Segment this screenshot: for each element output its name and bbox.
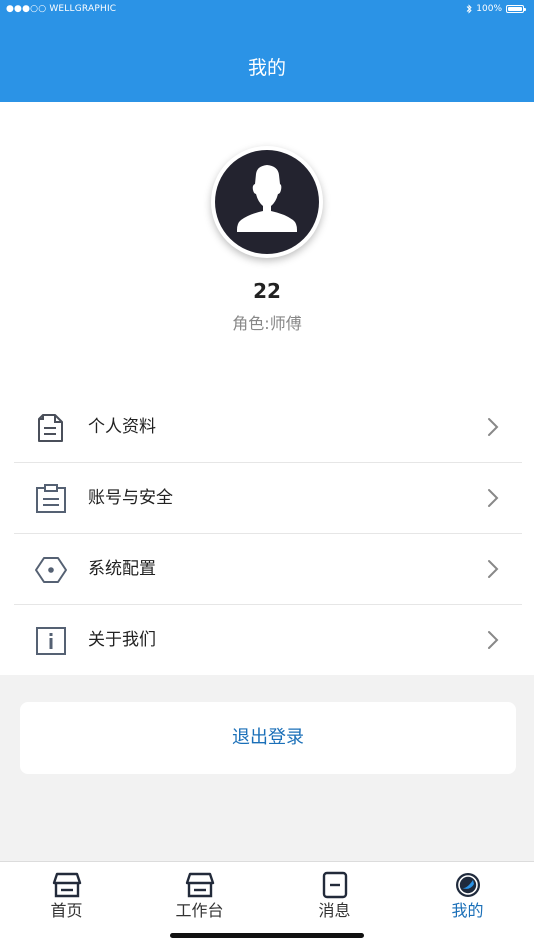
user-role: 角色:师傅 — [232, 314, 302, 333]
avatar[interactable] — [211, 146, 323, 258]
logout-button[interactable]: 退出登录 — [20, 702, 516, 774]
chevron-right-icon — [488, 631, 499, 649]
profile-section: 22 角色:师傅 — [0, 102, 534, 392]
tab-workbench[interactable]: 工作台 — [133, 862, 266, 932]
chevron-right-icon — [488, 418, 499, 436]
menu-item-label: 系统配置 — [88, 559, 156, 579]
avatar-image — [215, 150, 319, 254]
menu-item-system-config[interactable]: 系统配置 — [0, 534, 534, 604]
menu-item-label: 个人资料 — [88, 417, 156, 437]
user-silhouette-icon — [237, 165, 297, 232]
page-title: 我的 — [247, 57, 286, 79]
tab-label: 工作台 — [175, 901, 224, 920]
clipboard-icon — [36, 484, 66, 513]
workbench-icon — [185, 872, 214, 898]
battery-percent: 100% — [476, 4, 502, 14]
bluetooth-icon — [466, 4, 472, 14]
menu-item-about-us[interactable]: 关于我们 — [0, 605, 534, 675]
menu-item-label: 账号与安全 — [88, 488, 173, 508]
tab-label: 消息 — [318, 901, 351, 920]
battery-icon — [506, 5, 526, 13]
tab-messages[interactable]: 消息 — [268, 862, 401, 932]
tab-label: 我的 — [451, 901, 484, 920]
tab-label: 首页 — [50, 901, 83, 920]
menu-item-account-security[interactable]: 账号与安全 — [0, 463, 534, 533]
document-icon — [38, 414, 63, 442]
status-right: 100% — [466, 0, 526, 18]
chevron-right-icon — [488, 560, 499, 578]
username: 22 — [253, 279, 281, 303]
home-icon — [52, 872, 81, 898]
chevron-right-icon — [488, 489, 499, 507]
status-bar: ●●●○○ WELLGRAPHIC 100% — [0, 0, 534, 18]
carrier-name: ●●●○○ WELLGRAPHIC — [6, 4, 117, 14]
message-icon — [322, 871, 347, 899]
tab-mine[interactable]: 我的 — [401, 862, 534, 932]
menu-item-label: 关于我们 — [88, 630, 156, 650]
header-bar: ●●●○○ WELLGRAPHIC 100% 我的 — [0, 0, 534, 102]
tab-home[interactable]: 首页 — [0, 862, 133, 932]
info-icon — [36, 627, 66, 655]
profile-icon — [455, 873, 480, 897]
hexagon-settings-icon — [35, 557, 67, 583]
settings-menu: 个人资料 账号与安全 系统配置 关于我们 — [0, 392, 534, 675]
home-indicator — [170, 933, 364, 938]
menu-item-profile[interactable]: 个人资料 — [0, 392, 534, 462]
